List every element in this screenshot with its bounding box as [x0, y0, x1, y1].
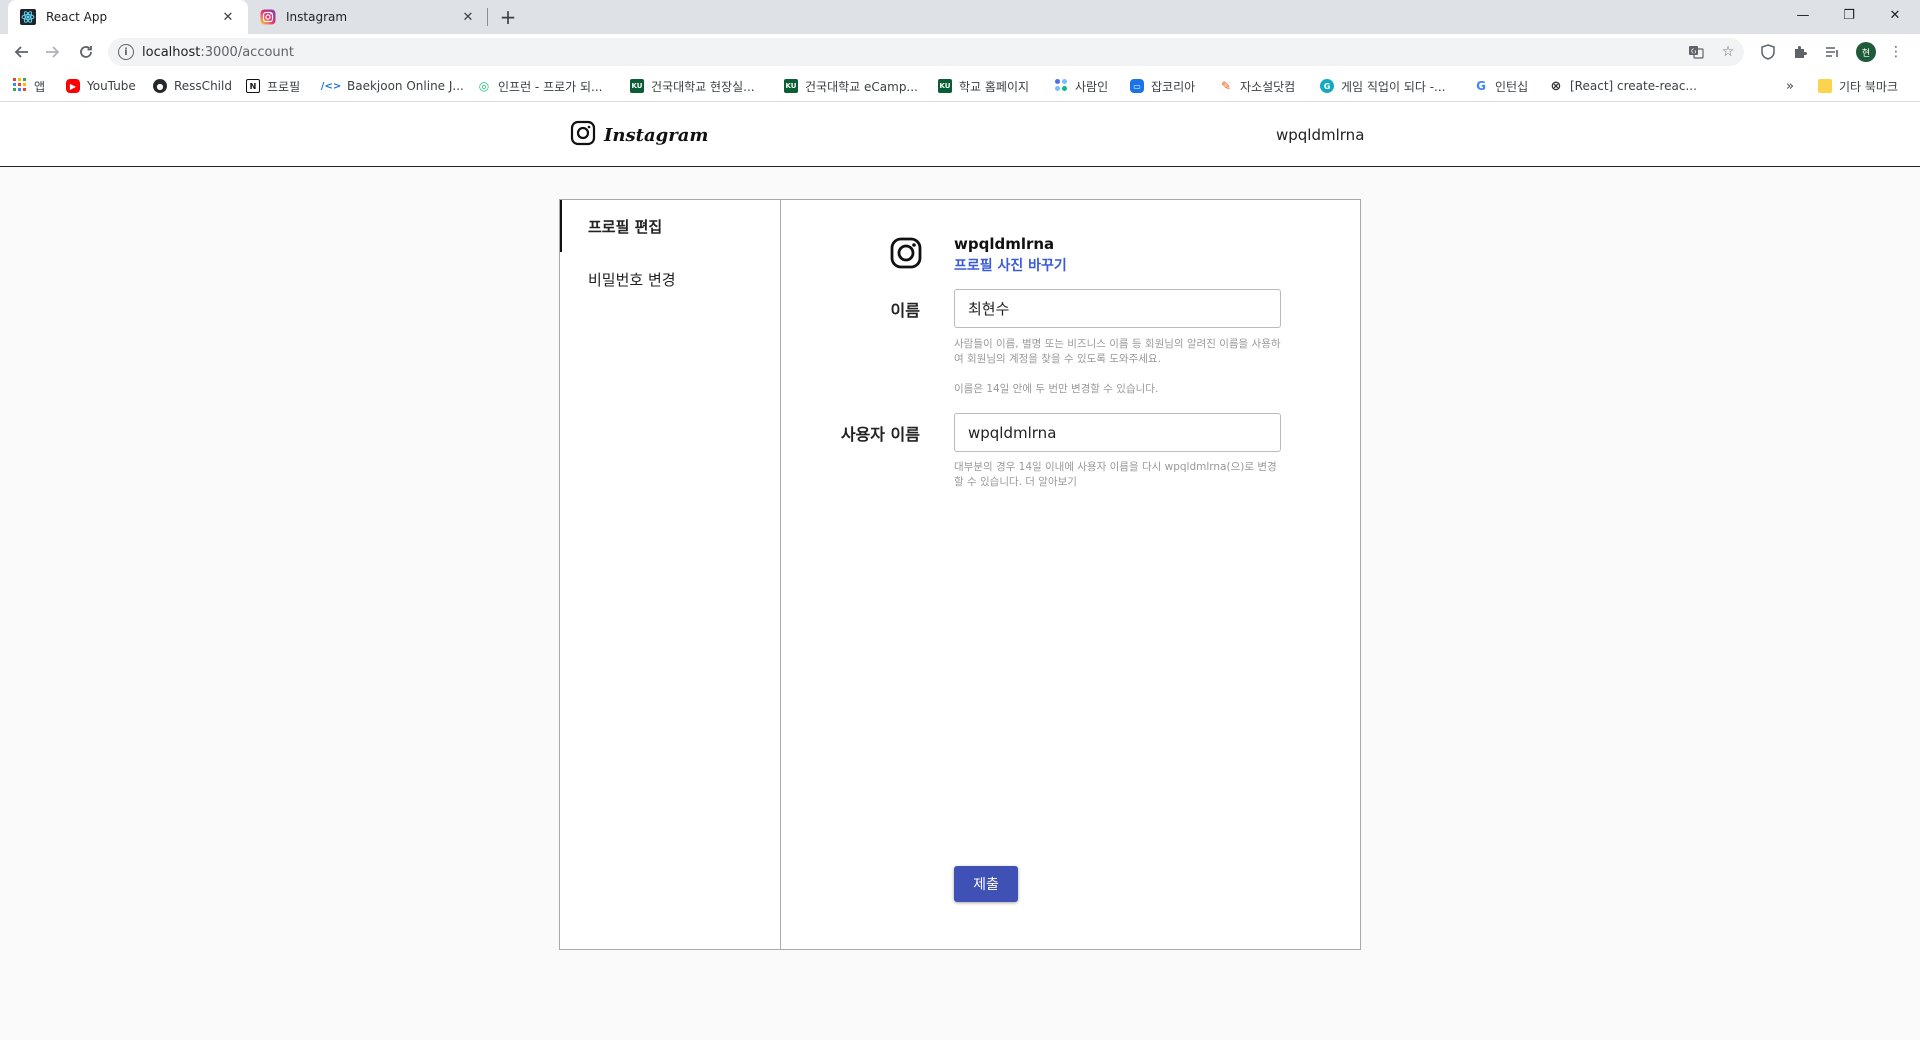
reading-list-icon[interactable] [1822, 42, 1842, 62]
url-path: :3000/account [200, 44, 294, 60]
bookmark-label: 게임 직업이 되다 -... [1341, 79, 1446, 94]
name-label: 이름 [890, 301, 920, 320]
bookmark-label: YouTube [87, 79, 136, 93]
saramin-icon [1054, 78, 1068, 95]
instagram-icon [260, 9, 276, 25]
bookmark-internship[interactable]: G 인턴십 [1474, 77, 1528, 95]
profile-avatar[interactable]: 현 [1856, 42, 1876, 62]
name-field[interactable] [954, 289, 1281, 328]
app-header: Instagram wpqldmlrna [0, 102, 1920, 167]
bookmark-label: 인턴십 [1495, 79, 1529, 94]
code-icon: /<> [320, 80, 342, 92]
bookmark-baekjoon[interactable]: /<> Baekjoon Online J... [320, 77, 464, 95]
tab-title: Instagram [286, 10, 348, 24]
tab-react-app[interactable]: React App ✕ [8, 0, 248, 34]
username-label: 사용자 이름 [840, 425, 920, 444]
reload-icon[interactable] [72, 39, 100, 65]
youtube-icon: ▶ [66, 79, 80, 93]
bookmark-ku-field[interactable]: KU 건국대학교 현장실... [630, 77, 755, 95]
star-icon[interactable]: ☆ [1718, 42, 1738, 62]
submit-button[interactable]: 제출 [954, 866, 1018, 902]
new-tab-button[interactable]: + [494, 4, 522, 30]
browser-tabstrip: React App ✕ Instagram ✕ + — ❐ ✕ [0, 0, 1920, 34]
sidebar-item-edit-profile[interactable]: 프로필 편집 [560, 200, 780, 252]
change-profile-photo-link[interactable]: 프로필 사진 바꾸기 [954, 255, 1067, 275]
bookmark-profile[interactable]: N 프로필 [246, 77, 300, 95]
game-icon: G [1320, 79, 1334, 93]
folder-icon [1818, 79, 1832, 93]
bookmark-saramin[interactable]: 사람인 [1054, 77, 1108, 95]
translate-icon[interactable]: G [1686, 42, 1706, 62]
bookmark-label: RessChild [174, 79, 232, 93]
bookmark-resschild[interactable]: ● RessChild [153, 77, 232, 95]
address-bar[interactable]: i localhost:3000/account [108, 38, 1744, 66]
bookmark-ku-ecampus[interactable]: KU 건국대학교 eCamp... [784, 77, 918, 95]
bookmark-label: Baekjoon Online J... [347, 79, 464, 93]
settings-card: 프로필 편집 비밀번호 변경 wpqldmlrna 프로필 사진 바꾸기 이름 … [559, 199, 1361, 950]
bookmark-label: 자소설닷컴 [1240, 79, 1296, 94]
bookmark-youtube[interactable]: ▶ YouTube [66, 77, 136, 95]
restore-button[interactable]: ❐ [1826, 0, 1872, 30]
close-icon[interactable]: ✕ [220, 9, 236, 25]
tab-instagram[interactable]: Instagram ✕ [248, 0, 488, 34]
apps-grid-icon [13, 77, 27, 95]
bookmark-school-homepage[interactable]: KU 학교 홈페이지 [938, 77, 1029, 95]
bookmarks-bar: 앱 ▶ YouTube ● RessChild N 프로필 /<> Baekjo… [0, 70, 1920, 102]
bookmark-label: 학교 홈페이지 [959, 79, 1030, 94]
velog-icon: ⊗ [1550, 78, 1562, 94]
other-bookmarks-folder[interactable]: 기타 북마크 [1818, 77, 1898, 95]
profile-username: wpqldmlrna [954, 235, 1055, 253]
bookmark-label: [React] create-reac... [1570, 79, 1697, 93]
react-icon [20, 9, 36, 25]
bookmark-react-cra[interactable]: ⊗ [React] create-reac... [1549, 77, 1697, 95]
window-close-button[interactable]: ✕ [1872, 0, 1918, 30]
bookmark-label: 기타 북마크 [1839, 79, 1899, 94]
google-icon: G [1476, 79, 1486, 93]
instagram-logo-icon [570, 120, 596, 150]
bookmark-label: 인프런 - 프로가 되... [498, 79, 603, 94]
bookmark-label: 잡코리아 [1151, 79, 1196, 94]
back-arrow-icon[interactable] [8, 39, 36, 65]
ku-icon: KU [784, 79, 798, 93]
minimize-button[interactable]: — [1780, 0, 1826, 30]
brand-logo[interactable]: Instagram [570, 120, 708, 150]
bookmark-jobkorea[interactable]: ▭ 잡코리아 [1130, 77, 1195, 95]
browser-toolbar: i localhost:3000/account G ☆ 현 ⋮ [0, 34, 1920, 70]
bookmark-jasoseol[interactable]: ✎ 자소설닷컴 [1219, 77, 1295, 95]
jobkorea-icon: ▭ [1130, 79, 1144, 93]
ku-icon: KU [938, 79, 952, 93]
name-help-text: 사람들이 이름, 별명 또는 비즈니스 이름 등 회원님의 알려진 이름을 사용… [954, 338, 1281, 365]
url-text: localhost:3000/account [142, 45, 294, 60]
name-change-limit-text: 이름은 14일 안에 두 번만 변경할 수 있습니다. [954, 383, 1159, 395]
bookmark-label: 건국대학교 eCamp... [805, 79, 918, 94]
shield-extension-icon[interactable] [1758, 42, 1778, 62]
ku-icon: KU [630, 79, 644, 93]
bookmark-inflearn[interactable]: ◎ 인프런 - 프로가 되... [477, 77, 603, 95]
close-icon[interactable]: ✕ [460, 9, 476, 25]
tab-separator [487, 8, 488, 26]
notion-icon: N [246, 79, 260, 93]
bookmark-label: 사람인 [1075, 79, 1109, 94]
bookmark-apps[interactable]: 앱 [13, 77, 45, 95]
bookmark-game-job[interactable]: G 게임 직업이 되다 -... [1320, 77, 1446, 95]
tab-title: React App [46, 10, 108, 24]
more-menu-icon[interactable]: ⋮ [1886, 42, 1906, 62]
puzzle-extensions-icon[interactable] [1790, 42, 1810, 62]
bookmark-label: 앱 [34, 79, 46, 94]
username-help-text: 대부분의 경우 14일 이내에 사용자 이름을 다시 wpqldmlrna(으)… [954, 461, 1277, 488]
pen-icon: ✎ [1220, 79, 1232, 93]
bookmarks-overflow-button[interactable]: » [1786, 77, 1794, 95]
profile-avatar[interactable] [888, 235, 924, 271]
github-icon: ● [153, 79, 167, 93]
bookmark-label: 건국대학교 현장실... [651, 79, 755, 94]
bookmark-label: 프로필 [267, 79, 301, 94]
username-field[interactable] [954, 413, 1281, 452]
forward-arrow-icon[interactable] [38, 39, 66, 65]
inflearn-icon: ◎ [478, 79, 490, 93]
url-host: localhost [142, 44, 201, 60]
brand-wordmark: Instagram [604, 124, 709, 146]
header-username[interactable]: wpqldmlrna [1276, 126, 1364, 144]
info-icon[interactable]: i [118, 44, 134, 60]
